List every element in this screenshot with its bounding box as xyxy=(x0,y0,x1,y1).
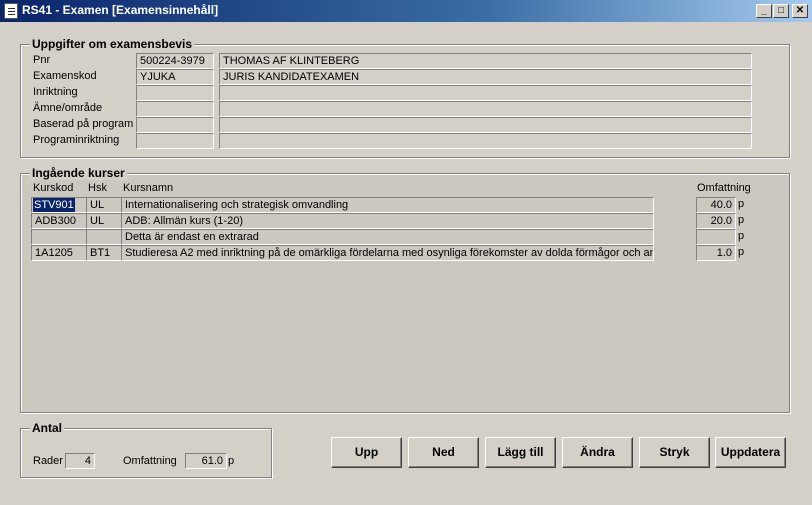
inriktning-text-field[interactable] xyxy=(219,85,752,101)
program-code-field[interactable] xyxy=(136,117,214,133)
amne-text-field[interactable] xyxy=(219,101,752,117)
course-hsk-cell[interactable] xyxy=(86,229,122,245)
course-name-cell[interactable]: Detta är endast en extrarad xyxy=(121,229,654,245)
name-field[interactable]: THOMAS AF KLINTEBERG xyxy=(219,53,752,69)
label-examenskod: Examenskod xyxy=(33,70,97,82)
course-hsk-cell[interactable]: UL xyxy=(86,197,122,213)
maximize-icon: □ xyxy=(777,5,785,16)
label-pnr: Pnr xyxy=(33,54,51,66)
document-icon xyxy=(4,3,18,19)
course-scope-cell[interactable]: 40.0 xyxy=(696,197,736,213)
header-kurskod: Kurskod xyxy=(33,182,74,194)
label-inriktning: Inriktning xyxy=(33,86,78,98)
examensnamn-field[interactable]: JURIS KANDIDATEXAMEN xyxy=(219,69,752,85)
edit-button[interactable]: Ändra xyxy=(562,437,633,468)
inriktning-code-field[interactable] xyxy=(136,85,214,101)
course-scope-cell[interactable]: 1.0 xyxy=(696,245,736,261)
window-title: RS41 - Examen [Examensinnehåll] xyxy=(22,3,219,17)
course-code-cell[interactable]: ADB300 xyxy=(31,213,87,229)
header-hsk: Hsk xyxy=(88,182,107,194)
rows-label: Rader xyxy=(33,455,63,467)
up-button[interactable]: Upp xyxy=(331,437,402,468)
label-baserad-pa-program: Baserad på program xyxy=(33,118,134,130)
minimize-button[interactable]: _ xyxy=(756,4,772,18)
maximize-button[interactable]: □ xyxy=(773,4,789,18)
scope-total-field: 61.0 xyxy=(185,453,227,469)
course-hsk-cell[interactable]: BT1 xyxy=(86,245,122,261)
course-name-cell[interactable]: ADB: Allmän kurs (1-20) xyxy=(121,213,654,229)
course-code-cell[interactable]: STV901 xyxy=(31,197,87,213)
course-scope-unit: p xyxy=(738,214,745,226)
programinriktning-code-field[interactable] xyxy=(136,133,214,149)
label-programinriktning: Programinriktning xyxy=(33,134,120,146)
header-omfattning: Omfattning xyxy=(697,182,751,194)
selected-course-code: STV901 xyxy=(33,198,75,212)
update-button[interactable]: Uppdatera xyxy=(715,437,786,468)
scope-total-unit: p xyxy=(228,455,235,467)
course-scope-cell[interactable]: 20.0 xyxy=(696,213,736,229)
scope-total-label: Omfattning xyxy=(123,455,177,467)
delete-button[interactable]: Stryk xyxy=(639,437,710,468)
course-hsk-cell[interactable]: UL xyxy=(86,213,122,229)
examenskod-field[interactable]: YJUKA xyxy=(136,69,214,85)
pnr-field[interactable]: 500224-3979 xyxy=(136,53,214,69)
close-icon: ✕ xyxy=(795,5,805,16)
courses-group-legend: Ingående kurser xyxy=(30,166,127,180)
degree-group-legend: Uppgifter om examensbevis xyxy=(30,37,195,51)
close-button[interactable]: ✕ xyxy=(792,4,808,18)
course-scope-unit: p xyxy=(738,230,745,242)
course-scope-unit: p xyxy=(738,246,745,258)
course-name-cell[interactable]: Studieresa A2 med inriktning på de omärk… xyxy=(121,245,654,261)
course-code-cell[interactable] xyxy=(31,229,87,245)
course-code-cell[interactable]: 1A1205 xyxy=(31,245,87,261)
summary-group-legend: Antal xyxy=(30,421,64,435)
course-scope-unit: p xyxy=(738,198,745,210)
summary-group xyxy=(20,428,272,478)
course-scope-cell[interactable] xyxy=(696,229,736,245)
minimize-icon: _ xyxy=(761,5,767,16)
program-text-field[interactable] xyxy=(219,117,752,133)
programinriktning-text-field[interactable] xyxy=(219,133,752,149)
course-name-cell[interactable]: Internationalisering och strategisk omva… xyxy=(121,197,654,213)
amne-code-field[interactable] xyxy=(136,101,214,117)
label-amne: Ämne/område xyxy=(33,102,103,114)
down-button[interactable]: Ned xyxy=(408,437,479,468)
title-bar[interactable]: RS41 - Examen [Examensinnehåll] _ □ ✕ xyxy=(0,0,812,22)
header-kursnamn: Kursnamn xyxy=(123,182,174,194)
add-button[interactable]: Lägg till xyxy=(485,437,556,468)
rows-count-field: 4 xyxy=(65,453,95,469)
